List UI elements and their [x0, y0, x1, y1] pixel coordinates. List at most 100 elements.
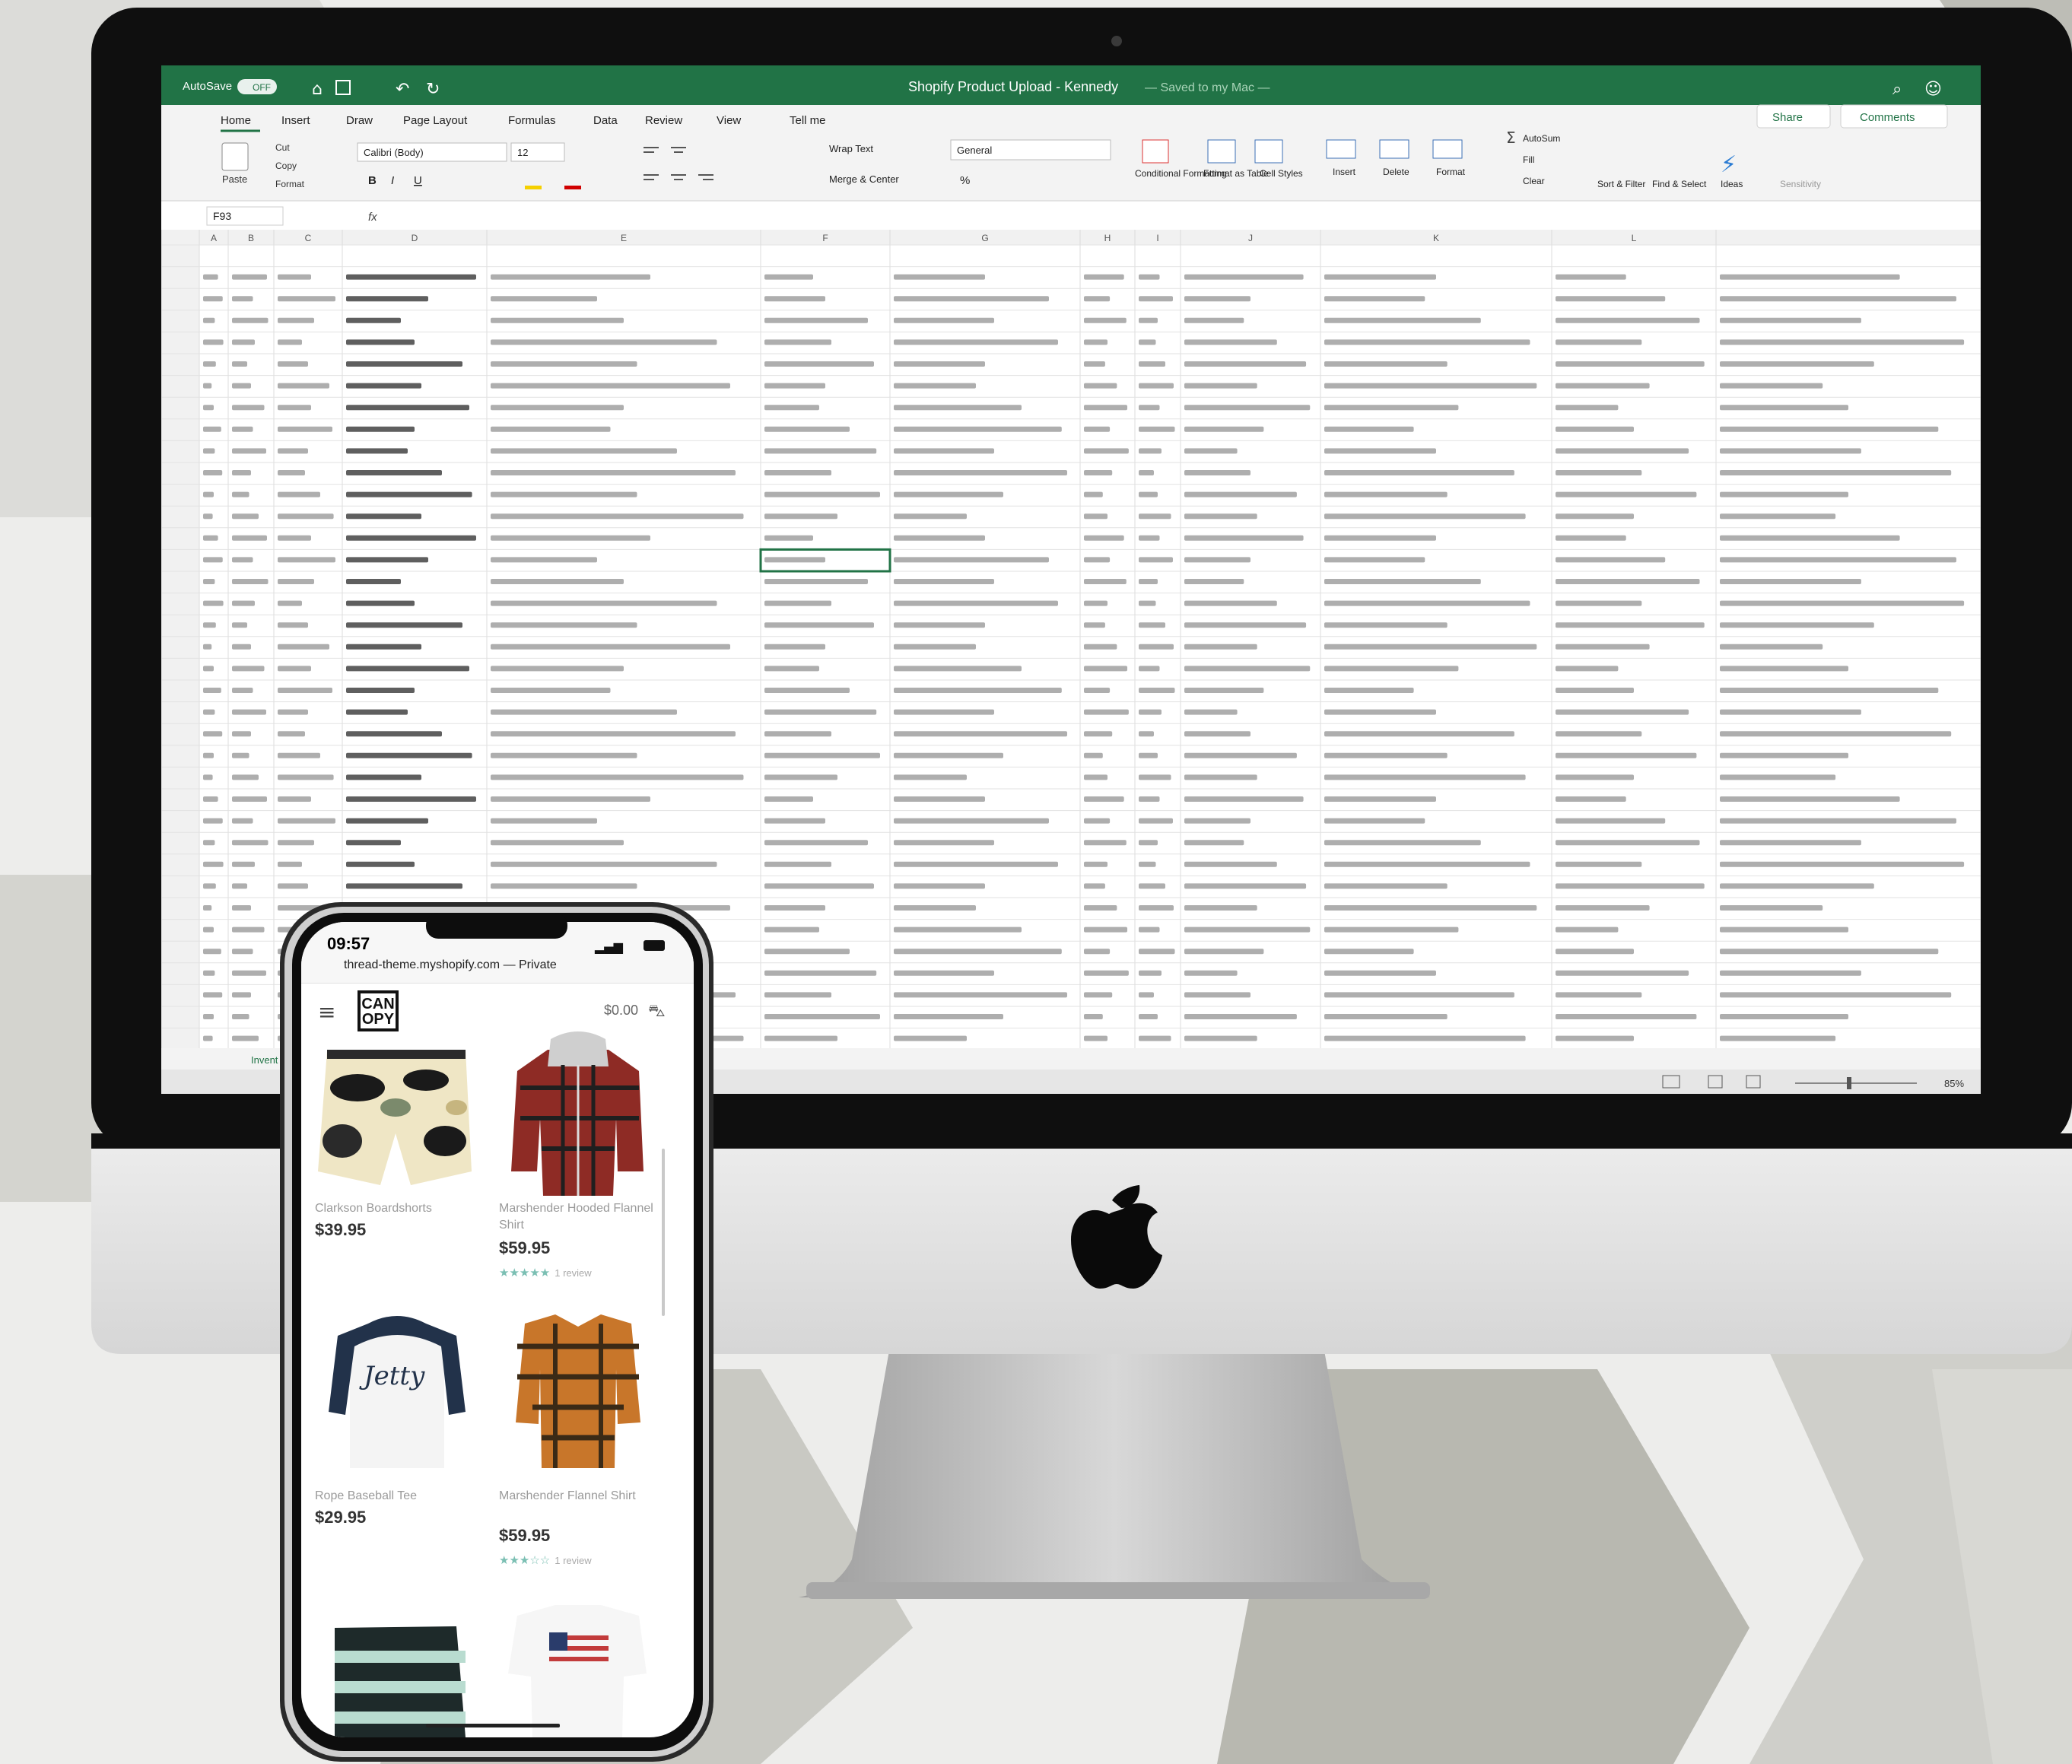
cell-content[interactable] [203, 448, 215, 454]
cell-content[interactable] [232, 949, 253, 955]
cell-content[interactable] [1084, 774, 1108, 780]
cell-content[interactable] [491, 861, 717, 867]
format-as-table-icon[interactable] [1207, 139, 1236, 164]
cell-content[interactable] [894, 296, 1049, 302]
cell-content[interactable] [1139, 579, 1158, 584]
cell-content[interactable] [894, 405, 1022, 411]
cell-content[interactable] [1324, 317, 1481, 323]
cell-content[interactable] [278, 296, 335, 302]
cell-content[interactable] [1084, 752, 1103, 758]
cell-content[interactable] [1184, 296, 1251, 302]
cell-content[interactable] [1184, 405, 1311, 411]
cell-content[interactable] [1324, 513, 1526, 520]
cell-content[interactable] [346, 883, 462, 889]
cell-content[interactable] [1139, 1014, 1158, 1019]
cell-content[interactable] [894, 513, 967, 520]
cell-content[interactable] [1139, 274, 1160, 280]
cell-content[interactable] [1184, 491, 1297, 497]
cell-content[interactable] [232, 405, 265, 411]
format-painter-button[interactable]: Format [275, 179, 305, 189]
cell-content[interactable] [1139, 491, 1158, 497]
cut-button[interactable]: Cut [275, 142, 290, 153]
cell-content[interactable] [1139, 905, 1174, 911]
cell-content[interactable] [232, 448, 266, 454]
tab-tell-me[interactable]: Tell me [790, 114, 826, 127]
cell-content[interactable] [1720, 905, 1823, 911]
fill-color-icon[interactable] [525, 186, 542, 189]
cell-content[interactable] [1720, 861, 1965, 867]
cell-content[interactable] [894, 535, 985, 541]
cell-content[interactable] [894, 926, 1022, 933]
cell-content[interactable] [894, 426, 1062, 432]
cell-content[interactable] [1139, 752, 1158, 758]
cell-content[interactable] [491, 274, 650, 280]
cell-content[interactable] [278, 622, 308, 628]
cell-content[interactable] [764, 274, 813, 280]
cell-content[interactable] [203, 752, 214, 758]
cell-content[interactable] [1720, 731, 1952, 737]
cell-content[interactable] [1139, 926, 1160, 933]
cell-content[interactable] [1184, 992, 1251, 998]
cell-content[interactable] [1139, 949, 1175, 955]
cell-content[interactable] [278, 339, 302, 345]
cell-content[interactable] [1324, 448, 1436, 454]
sheet-tab[interactable]: Invent [251, 1054, 278, 1066]
cell-content[interactable] [1184, 579, 1244, 584]
cell-content[interactable] [1720, 883, 1874, 889]
autosum-icon[interactable]: Σ [1506, 129, 1516, 147]
cell-content[interactable] [491, 579, 624, 584]
cell-content[interactable] [1084, 579, 1127, 584]
cell-content[interactable] [346, 513, 421, 520]
cell-content[interactable] [1556, 579, 1700, 584]
cell-content[interactable] [894, 361, 985, 367]
cell-content[interactable] [278, 317, 314, 323]
cell-content[interactable] [1084, 666, 1128, 672]
cell-content[interactable] [1324, 622, 1448, 628]
cell-content[interactable] [278, 709, 308, 715]
cell-content[interactable] [1184, 926, 1311, 933]
cell-content[interactable] [764, 622, 874, 628]
cell-content[interactable] [346, 709, 408, 715]
cell-content[interactable] [1139, 731, 1154, 737]
cell-content[interactable] [1184, 644, 1257, 650]
cell-content[interactable] [232, 317, 269, 323]
cell-content[interactable] [1184, 709, 1238, 715]
cell-content[interactable] [346, 861, 415, 867]
cell-content[interactable] [1556, 644, 1650, 650]
cell-content[interactable] [1324, 405, 1459, 411]
cell-content[interactable] [232, 666, 265, 672]
cell-content[interactable] [203, 992, 223, 998]
cell-content[interactable] [232, 926, 265, 933]
tab-draw[interactable]: Draw [346, 114, 373, 127]
cell-content[interactable] [1556, 883, 1705, 889]
tab-data[interactable]: Data [593, 114, 618, 127]
column-header[interactable]: H [1104, 233, 1111, 243]
cell-content[interactable] [1139, 383, 1174, 389]
cell-content[interactable] [1720, 796, 1900, 802]
cell-content[interactable] [278, 405, 311, 411]
cell-content[interactable] [491, 513, 744, 520]
cell-content[interactable] [1324, 840, 1481, 846]
cell-content[interactable] [1556, 1035, 1634, 1041]
cell-content[interactable] [1084, 709, 1129, 715]
cell-content[interactable] [1324, 818, 1425, 824]
cell-content[interactable] [894, 622, 985, 628]
cell-content[interactable] [1139, 339, 1156, 345]
cell-content[interactable] [1084, 861, 1108, 867]
cell-content[interactable] [894, 709, 994, 715]
cell-content[interactable] [278, 666, 311, 672]
cell-content[interactable] [764, 774, 837, 780]
cell-content[interactable] [1084, 688, 1111, 693]
cell-content[interactable] [1184, 970, 1238, 976]
cell-content[interactable] [1084, 296, 1111, 302]
cell-content[interactable] [232, 579, 269, 584]
cell-content[interactable] [764, 361, 874, 367]
cell-content[interactable] [894, 274, 985, 280]
cell-content[interactable] [1324, 752, 1448, 758]
cell-content[interactable] [278, 535, 311, 541]
cell-content[interactable] [1184, 796, 1304, 802]
cell-content[interactable] [764, 970, 877, 976]
cell-content[interactable] [764, 296, 825, 302]
cell-content[interactable] [346, 383, 421, 389]
cell-content[interactable] [346, 579, 401, 584]
